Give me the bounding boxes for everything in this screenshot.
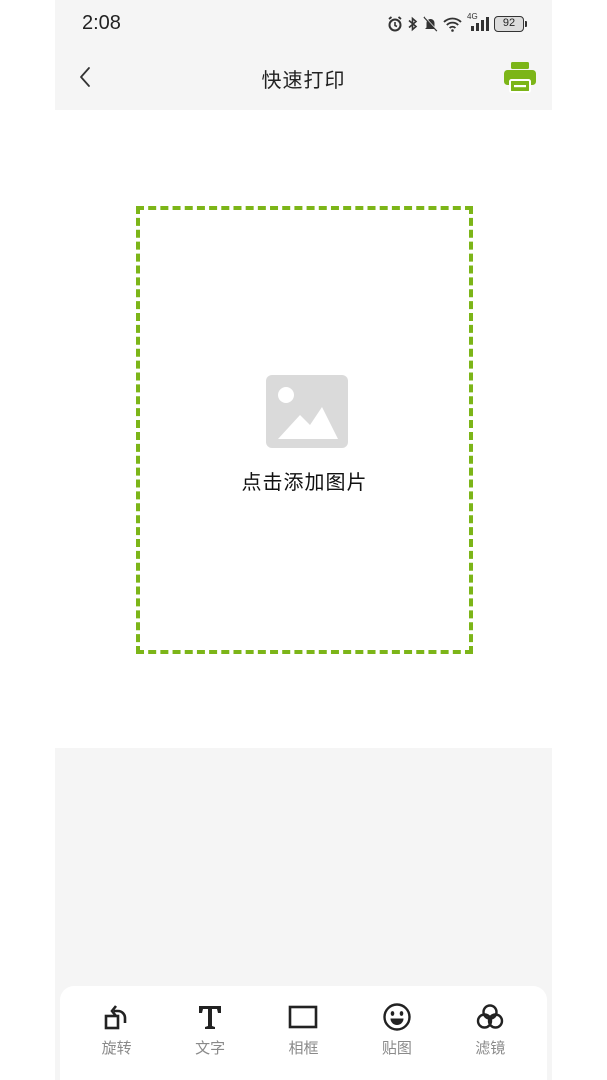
print-button[interactable]: [502, 61, 538, 97]
text-icon: [193, 1000, 227, 1034]
status-icons: 4G 92: [387, 12, 527, 36]
frame-label: 相框: [288, 1039, 319, 1057]
frame-icon: [286, 1000, 320, 1034]
bluetooth-icon: [408, 16, 418, 32]
add-image-area[interactable]: 点击添加图片: [136, 206, 473, 654]
sticker-icon: [380, 1000, 414, 1034]
filter-label: 滤镜: [475, 1039, 506, 1057]
rotate-tool[interactable]: 旋转: [81, 1000, 153, 1058]
rotate-label: 旋转: [101, 1039, 132, 1057]
text-label: 文字: [195, 1039, 226, 1057]
rotate-icon: [100, 1000, 134, 1034]
alarm-icon: [387, 16, 403, 32]
frame-tool[interactable]: 相框: [267, 1000, 339, 1058]
filter-icon: [473, 1000, 507, 1034]
top-navigation-bar: 快速打印: [55, 48, 552, 110]
battery-indicator: 92: [494, 16, 527, 32]
add-image-label: 点击添加图片: [241, 470, 368, 494]
cellular-signal-icon: 4G: [467, 12, 489, 32]
mute-bell-icon: [423, 16, 438, 32]
image-placeholder-icon: [266, 375, 348, 448]
sticker-label: 贴图: [381, 1039, 412, 1057]
network-type-label: 4G: [467, 12, 478, 21]
page-title: 快速打印: [261, 68, 346, 92]
status-bar: 2:08 4G 92: [55, 0, 552, 48]
app-screen: 2:08 4G 92 快速打印 点击添加图片 旋转 文字 相框 贴图 滤镜: [55, 0, 552, 1080]
print-canvas-area: 点击添加图片: [55, 110, 552, 748]
status-time: 2:08: [82, 12, 121, 34]
sticker-tool[interactable]: 贴图: [361, 1000, 433, 1058]
text-tool[interactable]: 文字: [174, 1000, 246, 1058]
filter-tool[interactable]: 滤镜: [454, 1000, 526, 1058]
bottom-toolbar: 旋转 文字 相框 贴图 滤镜: [60, 986, 547, 1080]
wifi-icon: [443, 17, 462, 32]
printer-icon: [503, 60, 537, 98]
